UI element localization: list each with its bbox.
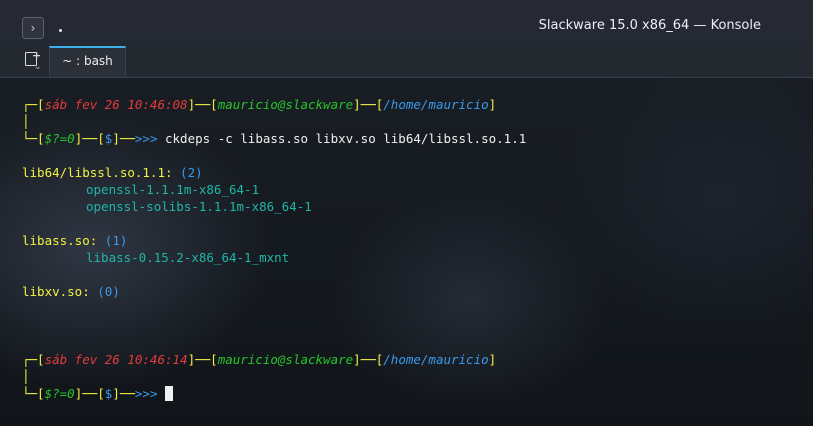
result-header: lib64/libssl.so.1.1: (2) (22, 164, 203, 181)
window-title: Slackware 15.0 x86_64 — Konsole (538, 18, 761, 33)
prompt-frame: ┌─[ (22, 352, 45, 367)
prompt-frame: └─[ (22, 386, 45, 401)
prompt-path: /home/mauricio (383, 97, 489, 112)
prompt-line-bottom: └─[$?=0]──[$]──>>> (22, 385, 174, 402)
prompt-frame: ]── (112, 131, 135, 146)
prompt-connector: │ (22, 114, 30, 129)
prompt-user-host: mauricio@slackware (217, 97, 354, 112)
package-name: openssl-1.1.1m-x86_64-1 (86, 182, 260, 197)
library-name: libxv.so: (22, 284, 90, 299)
pin-dot-icon[interactable] (59, 29, 62, 32)
result-header: libxv.so: (0) (22, 283, 120, 300)
package-name: libass-0.15.2-x86_64-1_mxnt (86, 250, 290, 265)
prompt-line-bottom: └─[$?=0]──[$]──>>> ckdeps -c libass.so l… (22, 130, 526, 147)
terminal-app-icon[interactable]: › (22, 17, 44, 39)
match-count: (2) (180, 165, 203, 180)
result-header: libass.so: (1) (22, 232, 127, 249)
prompt-datetime: sáb fev 26 10:46:08 (44, 97, 188, 112)
prompt-line-top: ┌─[sáb fev 26 10:46:08]──[mauricio@slack… (22, 96, 496, 113)
prompt-frame: ]──[ (74, 386, 105, 401)
prompt-frame: ┌─[ (22, 97, 45, 112)
prompt-arrows: >>> (134, 386, 158, 401)
prompt-path: /home/mauricio (383, 352, 489, 367)
prompt-connector: │ (22, 369, 30, 384)
prompt-frame: ]── (112, 386, 135, 401)
text-cursor[interactable] (165, 386, 174, 401)
match-count: (0) (97, 284, 120, 299)
command-text: ckdeps -c libass.so libxv.so lib64/libss… (157, 131, 527, 146)
prompt-frame: ]──[ (353, 352, 384, 367)
tab-bash[interactable]: ~ : bash (49, 46, 126, 77)
library-name: libass.so: (22, 233, 98, 248)
prompt-arrows: >>> (134, 131, 158, 146)
prompt-exit-status: $?=0 (44, 131, 75, 146)
library-name: lib64/libssl.so.1.1: (22, 165, 173, 180)
new-tab-icon[interactable]: + ⌄ (22, 49, 44, 73)
prompt-exit-status: $?=0 (44, 386, 75, 401)
prompt-frame: ]──[ (187, 97, 218, 112)
konsole-window: › Slackware 15.0 x86_64 — Konsole + ⌄ ~ :… (0, 0, 813, 426)
prompt-frame: ]──[ (353, 97, 384, 112)
prompt-line-top: ┌─[sáb fev 26 10:46:14]──[mauricio@slack… (22, 351, 496, 368)
prompt-frame: ]──[ (74, 131, 105, 146)
tab-bar: + ⌄ ~ : bash (0, 44, 813, 78)
prompt-frame: ] (488, 352, 497, 367)
prompt-frame: ] (488, 97, 497, 112)
prompt-frame: └─[ (22, 131, 45, 146)
terminal-output[interactable]: ┌─[sáb fev 26 10:46:08]──[mauricio@slack… (0, 78, 813, 426)
prompt-datetime: sáb fev 26 10:46:14 (44, 352, 188, 367)
prompt-frame: ]──[ (187, 352, 218, 367)
title-bar: › Slackware 15.0 x86_64 — Konsole (0, 0, 813, 44)
match-count: (1) (104, 233, 128, 248)
prompt-user-host: mauricio@slackware (217, 352, 354, 367)
package-name: openssl-solibs-1.1.1m-x86_64-1 (86, 199, 312, 214)
